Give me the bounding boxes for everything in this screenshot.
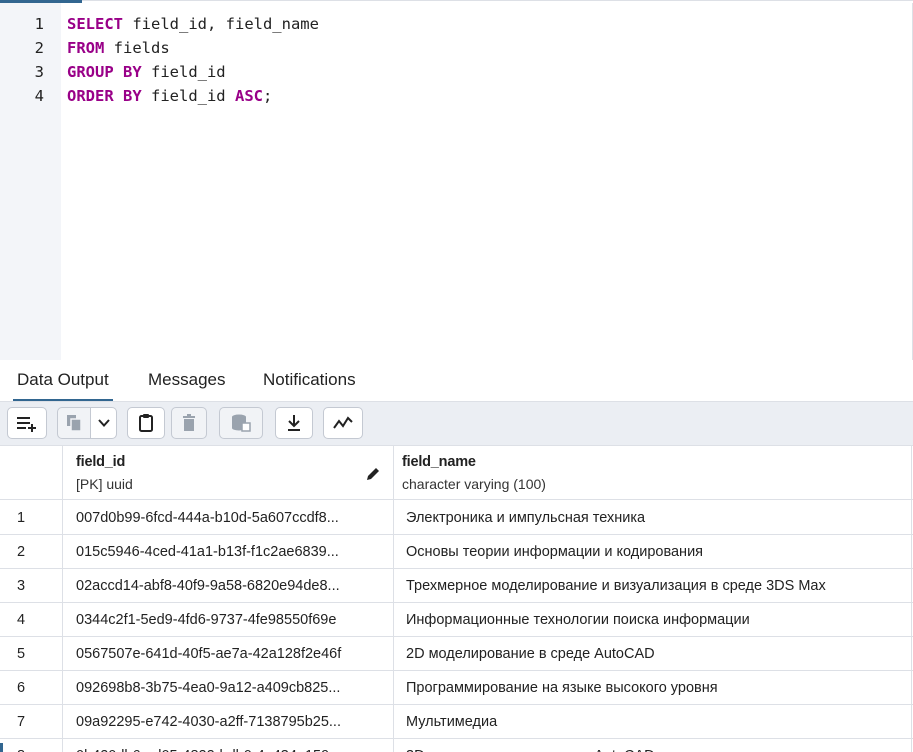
column-name: field_name xyxy=(402,454,476,470)
cell-field-name[interactable]: Основы теории информации и кодирования xyxy=(406,544,703,560)
table-row[interactable]: 7 09a92295-e742-4030-a2ff-7138795b25... Му… xyxy=(0,705,913,739)
download-icon xyxy=(288,415,300,431)
data-grid: field_id [PK] uuid field_name character … xyxy=(0,446,913,752)
code-text: ORDER BY field_id ASC; xyxy=(67,84,272,108)
cell-field-name[interactable]: Программирование на языке высокого уровн… xyxy=(406,680,718,696)
sql-editor[interactable]: 1 SELECT field_id, field_name 2 FROM fields… xyxy=(0,3,913,360)
sql-keyword: ASC xyxy=(234,87,263,105)
table-row[interactable]: 3 02accd14-abf8-40f9-9a58-6820e94de8... Тр… xyxy=(0,569,913,603)
row-number: 7 xyxy=(17,714,26,730)
cell-field-id[interactable]: 007d0b99-6fcd-444a-b10d-5a607ccdf8... xyxy=(76,510,386,526)
code-text: GROUP BY field_id xyxy=(67,60,226,84)
column-header-field-name[interactable]: field_name character varying (100) xyxy=(402,446,902,500)
edit-pencil-icon[interactable] xyxy=(365,466,381,482)
sql-keyword: ORDER BY xyxy=(67,87,142,105)
cell-field-id[interactable]: 02accd14-abf8-40f9-9a58-6820e94de8... xyxy=(76,578,386,594)
paste-button[interactable] xyxy=(127,407,165,439)
save-data-button[interactable] xyxy=(219,407,263,439)
trash-icon xyxy=(183,414,195,431)
cell-field-name[interactable]: Информационные технологии поиска информа… xyxy=(406,612,750,628)
tab-data-output[interactable]: Data Output xyxy=(13,370,113,401)
sql-token: ; xyxy=(262,87,273,105)
cell-field-name[interactable]: 2D моделирование в среде AutoCAD xyxy=(406,646,655,662)
add-row-icon xyxy=(17,417,36,432)
cell-field-id[interactable]: 09a92295-e742-4030-a2ff-7138795b25... xyxy=(76,714,386,730)
table-row[interactable]: 6 092698b8-3b75-4ea0-9a12-a409cb825... Про… xyxy=(0,671,913,705)
sql-keyword: FROM xyxy=(67,39,105,57)
sql-token: field_id xyxy=(141,87,235,105)
column-divider xyxy=(393,446,394,752)
table-row[interactable]: 2 015c5946-4ced-41a1-b13f-f1c2ae6839... Ос… xyxy=(0,535,913,569)
column-divider xyxy=(911,446,912,752)
column-name: field_id xyxy=(76,454,126,470)
tab-notifications[interactable]: Notifications xyxy=(263,370,356,390)
data-output-toolbar xyxy=(0,402,913,446)
database-save-icon xyxy=(232,414,251,432)
cell-field-name[interactable]: Трехмерное моделирование и визуализация … xyxy=(406,578,826,594)
copy-options-button[interactable] xyxy=(91,407,117,439)
paste-icon xyxy=(139,414,153,432)
line-number: 4 xyxy=(34,87,44,105)
sql-token: field_id xyxy=(141,63,226,81)
column-divider xyxy=(62,446,63,752)
row-number: 2 xyxy=(17,544,26,560)
cell-field-id[interactable]: 092698b8-3b75-4ea0-9a12-a409cb825... xyxy=(76,680,386,696)
cell-field-id[interactable]: 0567507e-641d-40f5-ae7a-42a128f2e46f xyxy=(76,646,386,662)
row-number: 1 xyxy=(17,510,26,526)
chevron-down-icon xyxy=(97,419,110,427)
delete-button[interactable] xyxy=(171,407,207,439)
tab-messages[interactable]: Messages xyxy=(148,370,225,390)
cell-field-id[interactable]: 015c5946-4ced-41a1-b13f-f1c2ae6839... xyxy=(76,544,386,560)
cell-field-name[interactable]: Мультимедиа xyxy=(406,714,497,730)
row-number: 4 xyxy=(17,612,26,628)
add-row-button[interactable] xyxy=(7,407,47,439)
row-number: 5 xyxy=(17,646,26,662)
code-text: FROM fields xyxy=(67,36,170,60)
table-row[interactable]: 4 0344c2f1-5ed9-4fd6-9737-4fe98550f69e Инф… xyxy=(0,603,913,637)
table-row[interactable]: 5 0567507e-641d-40f5-ae7a-42a128f2e46f 2D … xyxy=(0,637,913,671)
column-type: character varying (100) xyxy=(402,476,546,492)
copy-icon xyxy=(67,415,82,432)
row-number: 3 xyxy=(17,578,26,594)
graph-visualiser-button[interactable] xyxy=(323,407,363,439)
cell-field-name[interactable]: Электроника и импульсная техника xyxy=(406,510,645,526)
row-number: 6 xyxy=(17,680,26,696)
status-accent xyxy=(0,743,3,752)
table-row[interactable]: 1 007d0b99-6fcd-444a-b10d-5a607ccdf8... Эл… xyxy=(0,501,913,535)
sql-keyword: SELECT xyxy=(67,15,123,33)
sql-token: field_id, field_name xyxy=(123,15,319,33)
column-header-field-id[interactable]: field_id [PK] uuid xyxy=(76,446,386,500)
row-number: 8 xyxy=(17,748,25,752)
table-row[interactable]: 8 0b420db6-ad05-4822-bdb0-4a434a159... 3D … xyxy=(0,739,913,752)
line-number: 3 xyxy=(34,63,44,81)
sql-keyword: GROUP BY xyxy=(67,63,142,81)
column-type: [PK] uuid xyxy=(76,476,133,492)
cell-field-name[interactable]: 3D моделирование в среде AutoCAD xyxy=(406,748,655,752)
line-number: 2 xyxy=(34,39,44,57)
code-text: SELECT field_id, field_name xyxy=(67,12,319,36)
copy-button[interactable] xyxy=(57,407,91,439)
graph-icon xyxy=(333,416,353,429)
result-tabs: Data Output Messages Notifications xyxy=(0,360,913,402)
sql-token: fields xyxy=(104,39,170,57)
cell-field-id[interactable]: 0344c2f1-5ed9-4fd6-9737-4fe98550f69e xyxy=(76,612,386,628)
download-button[interactable] xyxy=(275,407,313,439)
cell-field-id[interactable]: 0b420db6-ad05-4822-bdb0-4a434a159... xyxy=(76,748,386,752)
line-number: 1 xyxy=(34,15,44,33)
editor-top-border xyxy=(82,0,913,1)
